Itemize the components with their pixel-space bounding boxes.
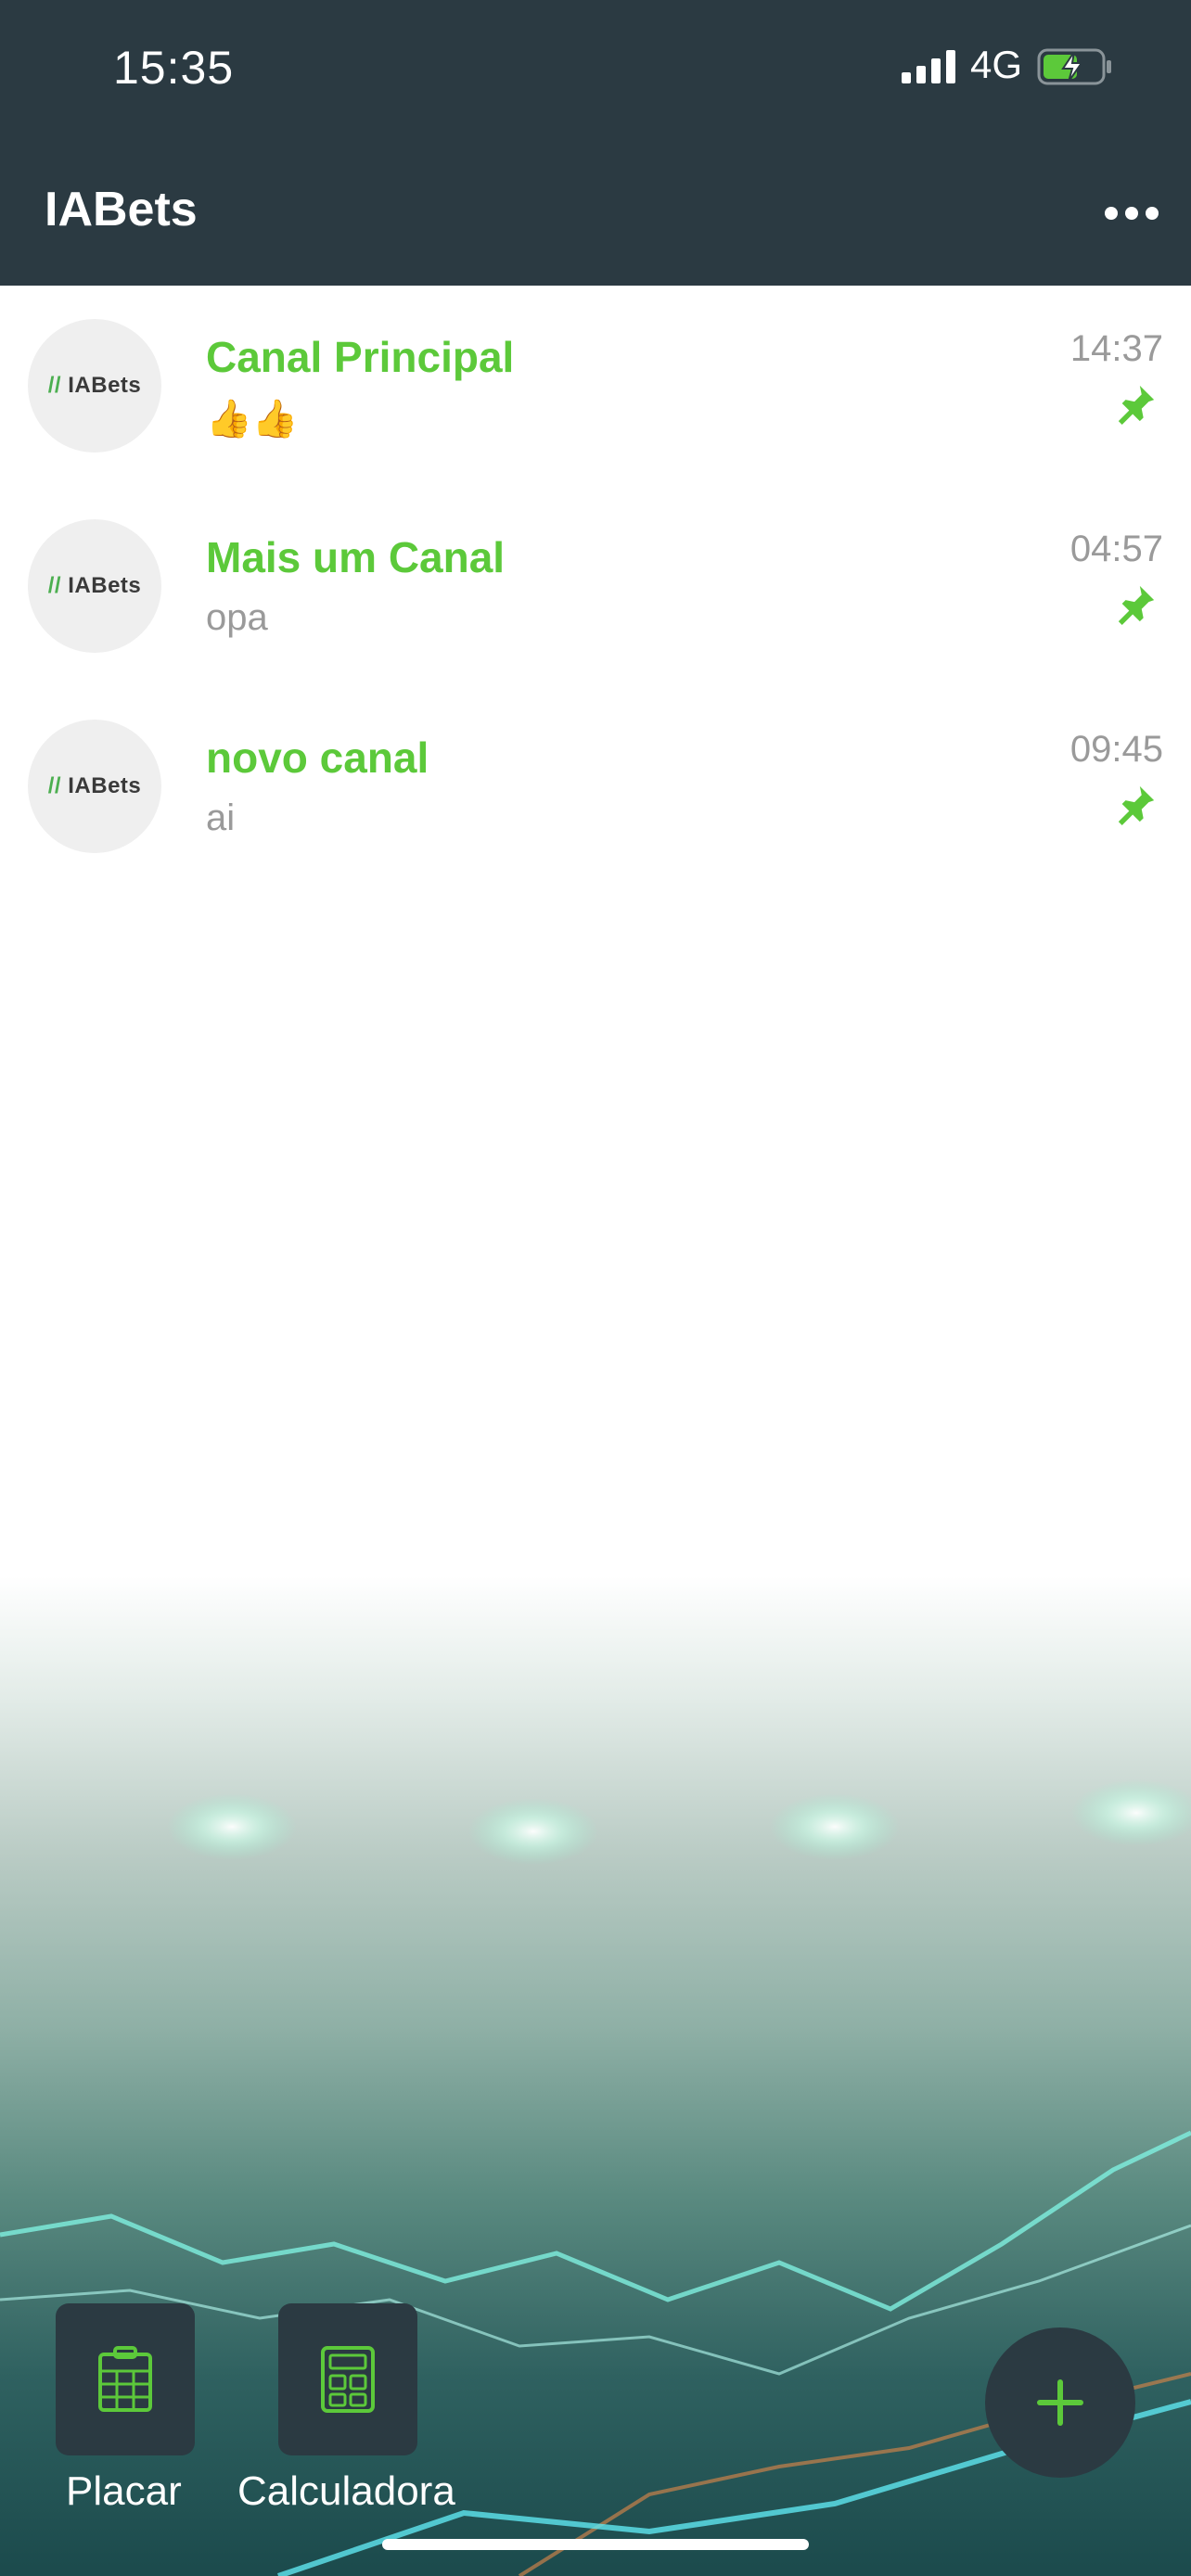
network-type: 4G xyxy=(970,43,1023,86)
pin-icon xyxy=(1118,385,1155,425)
battery-charging-icon xyxy=(1037,48,1111,85)
channel-row[interactable]: // IABets Canal Principal 👍👍 14:37 xyxy=(0,286,1191,486)
signal-icon xyxy=(902,50,955,83)
add-channel-button[interactable] xyxy=(985,2327,1135,2478)
channel-name: Canal Principal xyxy=(206,333,515,381)
iabets-logo: // IABets xyxy=(47,773,142,798)
message-time: 14:37 xyxy=(1069,328,1163,369)
iabets-logo: // IABets xyxy=(47,573,142,598)
avatar: // IABets xyxy=(28,319,161,453)
avatar: // IABets xyxy=(28,720,161,853)
calculadora-label: Calculadora xyxy=(237,2468,455,2514)
status-bar: 15:35 4G xyxy=(0,0,1191,148)
app-title: IABets xyxy=(45,183,198,236)
calculadora-button[interactable] xyxy=(278,2303,417,2455)
app-bar: IABets xyxy=(0,148,1191,286)
last-message: 👍👍 xyxy=(206,399,299,440)
last-message: ai xyxy=(206,797,236,838)
channel-row[interactable]: // IABets novo canal ai 09:45 xyxy=(0,686,1191,886)
iabets-logo: // IABets xyxy=(47,373,142,398)
placar-button[interactable] xyxy=(56,2303,195,2455)
calculator-icon xyxy=(321,2346,375,2413)
pin-icon xyxy=(1118,585,1155,625)
channel-name: Mais um Canal xyxy=(206,533,506,581)
home-indicator[interactable] xyxy=(382,2539,809,2550)
scoreboard-icon xyxy=(98,2346,152,2412)
status-time: 15:35 xyxy=(113,42,235,94)
message-time: 04:57 xyxy=(1069,529,1163,569)
pin-icon xyxy=(1118,785,1155,825)
channel-name: novo canal xyxy=(206,733,429,782)
channel-row[interactable]: // IABets Mais um Canal opa 04:57 xyxy=(0,486,1191,686)
avatar: // IABets xyxy=(28,519,161,653)
placar-label: Placar xyxy=(66,2468,182,2514)
last-message: opa xyxy=(206,597,268,638)
message-time: 09:45 xyxy=(1069,729,1163,770)
plus-icon xyxy=(1037,2379,1083,2426)
more-horizontal-icon[interactable] xyxy=(1095,185,1169,241)
